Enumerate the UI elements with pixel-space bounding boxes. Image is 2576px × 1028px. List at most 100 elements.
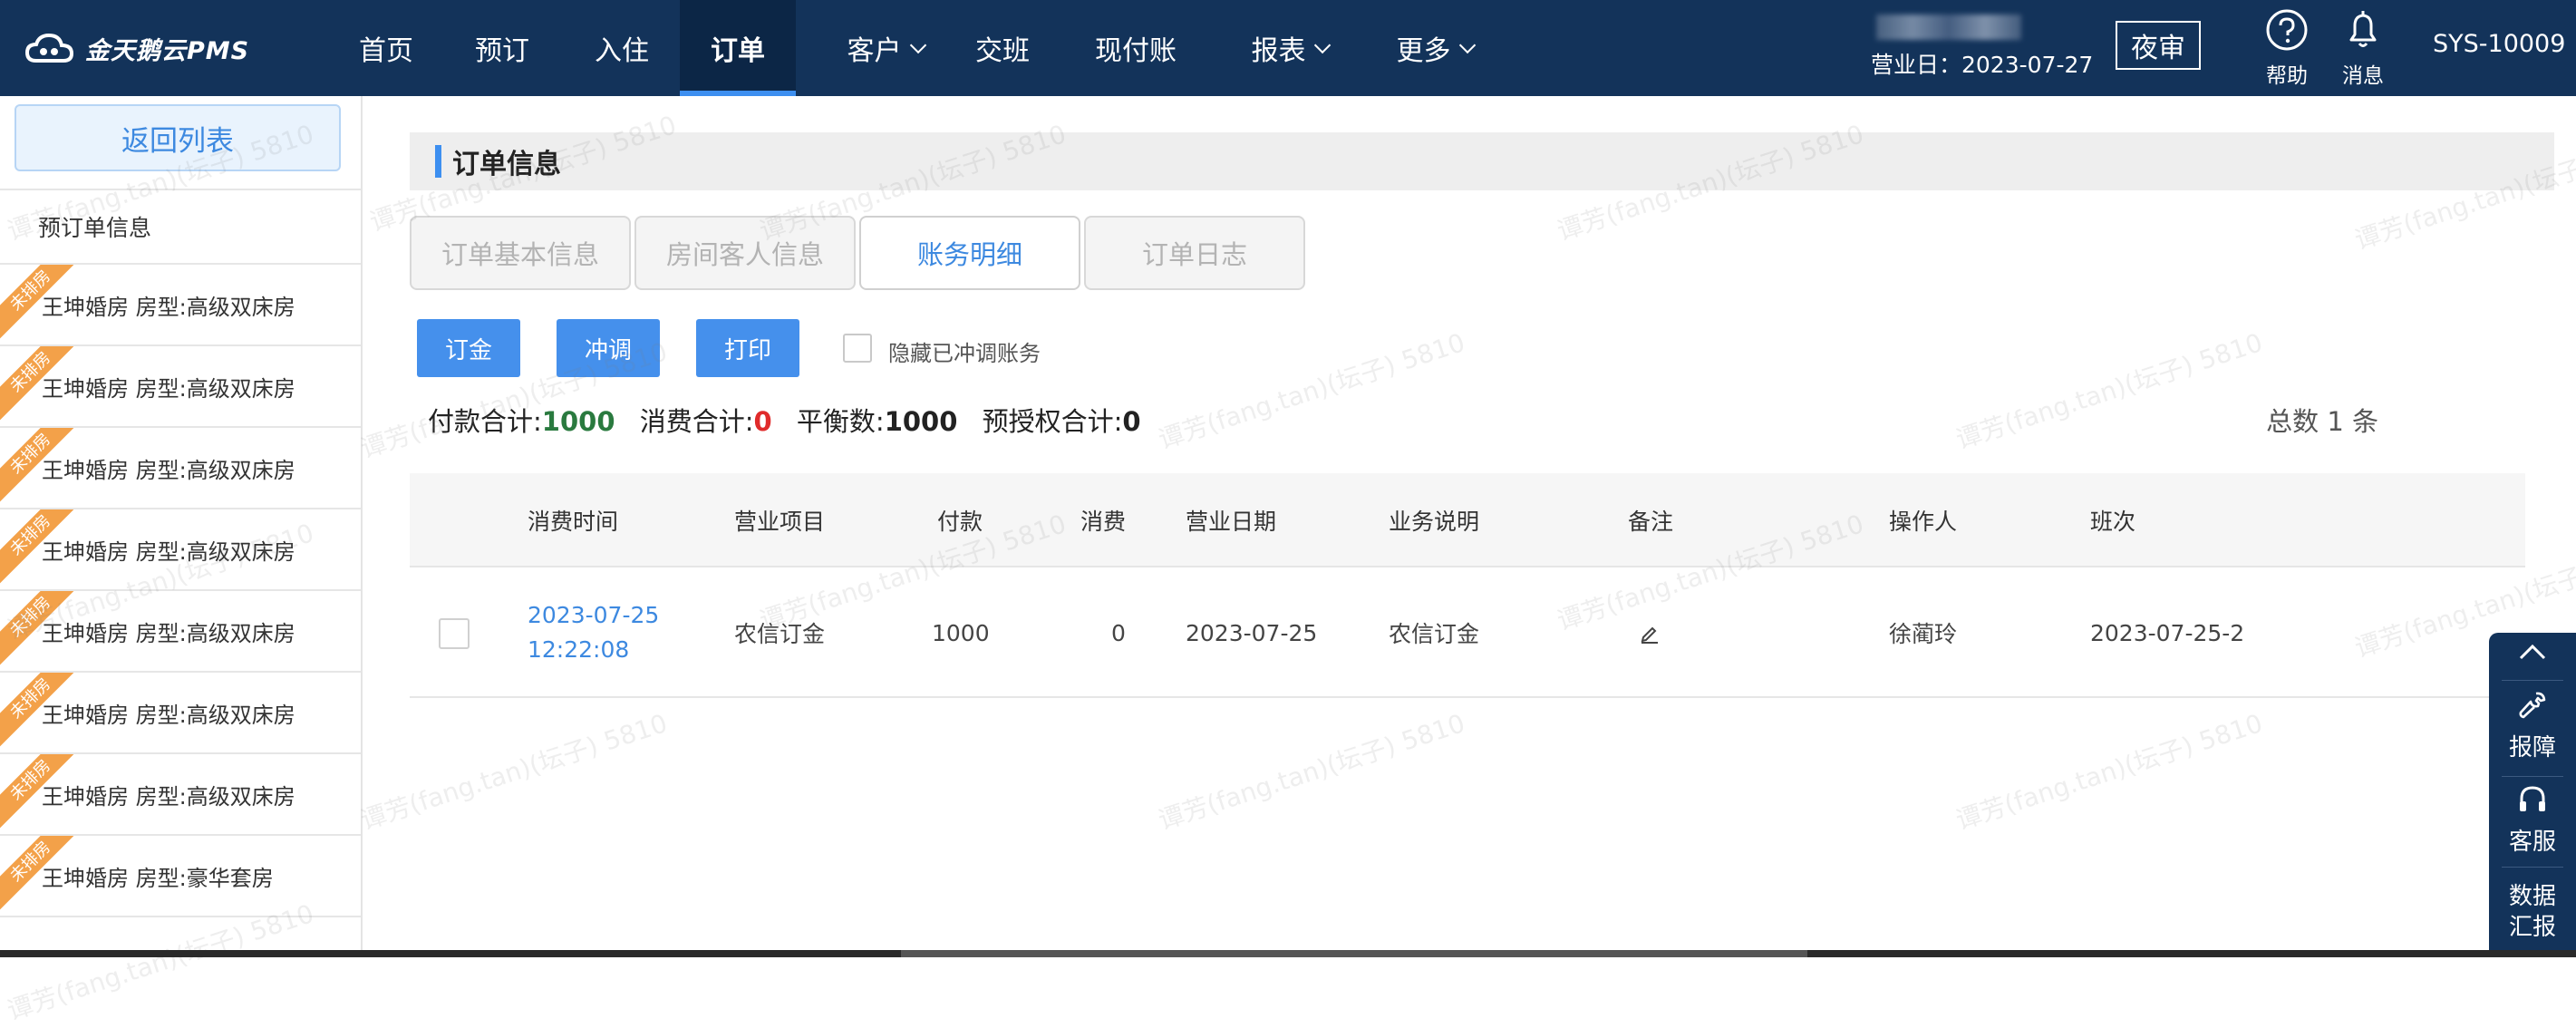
consumption-total-label: 消费合计: — [639, 406, 754, 437]
nav-shift-handover[interactable]: 交班 — [955, 0, 1050, 96]
cell-consumption: 0 — [1111, 619, 1126, 646]
hide-adjusted-label[interactable]: 隐藏已冲调账务 — [888, 335, 1041, 367]
floating-tool-panel: 报障 客服 数据 汇报 — [2489, 633, 2576, 957]
nav-label: 入住 — [595, 35, 649, 67]
order-sidebar: 返回列表 预订单信息 未排房 王坤婚房 房型:高级双床房 未排房 王坤婚房 房型:高级… — [0, 96, 363, 957]
data-report-label-line2: 汇报 — [2508, 914, 2556, 941]
adjust-button[interactable]: 冲调 — [557, 319, 660, 377]
main-content: 订单信息 订单基本信息 房间客人信息 账务明细 订单日志 订金 冲调 打印 隐藏… — [364, 96, 2576, 957]
username: SYS-10009 — [2433, 30, 2566, 58]
edit-remark-button[interactable] — [1639, 567, 1661, 698]
chevron-down-icon — [1313, 36, 1331, 53]
data-report-button[interactable]: 数据 汇报 — [2489, 881, 2576, 943]
customer-service-button[interactable]: 客服 — [2489, 783, 2576, 857]
messages-label: 消息 — [2342, 64, 2384, 88]
back-to-list-button[interactable]: 返回列表 — [15, 104, 341, 171]
room-list-item[interactable]: 未排房 王坤婚房 房型:高级双床房 — [0, 754, 361, 836]
tab-room-guest-info[interactable]: 房间客人信息 — [634, 216, 856, 290]
top-navigation-bar: 金天鹅云PMS 首页 预订 入住 订单 客户 交班 现付账 报表 更多 营业日：… — [0, 0, 2576, 96]
nav-checkin[interactable]: 入住 — [575, 0, 669, 96]
nav-label: 交班 — [975, 35, 1030, 67]
night-audit-button[interactable]: 夜审 — [2116, 21, 2201, 70]
room-list-item[interactable]: 未排房 王坤婚房 房型:高级双床房 — [0, 428, 361, 509]
edit-pencil-icon — [1641, 626, 1658, 644]
payment-total-label: 付款合计: — [428, 406, 542, 437]
hotel-name-redacted — [1876, 15, 2021, 40]
preauth-total-label: 预授权合计: — [982, 406, 1123, 437]
chevron-down-icon — [909, 36, 926, 53]
payment-total-value: 1000 — [541, 406, 615, 437]
cell-description: 农信订金 — [1389, 621, 1480, 647]
balance-value: 1000 — [884, 406, 958, 437]
nav-label: 订单 — [711, 35, 765, 67]
column-header: 消费时间 — [528, 509, 619, 535]
room-list-item[interactable]: 未排房 王坤婚房 房型:高级双床房 — [0, 591, 361, 673]
table-header: 消费时间 营业项目 付款 消费 营业日期 业务说明 备注 操作人 班次 — [410, 473, 2525, 567]
column-header: 付款 — [937, 509, 983, 535]
room-item-label: 王坤婚房 房型:高级双床房 — [42, 702, 295, 728]
cell-item: 农信订金 — [734, 621, 826, 647]
report-issue-button[interactable]: 报障 — [2489, 689, 2576, 762]
user-menu[interactable]: SYS-10009 — [2433, 30, 2576, 58]
nav-orders[interactable]: 订单 — [680, 0, 796, 96]
column-header: 备注 — [1628, 509, 1674, 535]
row-checkbox[interactable] — [439, 618, 470, 649]
reservation-info-header[interactable]: 预订单信息 — [0, 189, 361, 265]
help-label: 帮助 — [2266, 64, 2308, 88]
nav-more[interactable]: 更多 — [1365, 0, 1501, 96]
room-item-label: 王坤婚房 房型:高级双床房 — [42, 620, 295, 646]
scroll-top-button[interactable] — [2489, 642, 2576, 664]
print-button[interactable]: 打印 — [696, 319, 799, 377]
chevron-up-icon — [2519, 644, 2546, 660]
business-date: 营业日：2023-07-27 — [1871, 52, 2094, 78]
nav-booking[interactable]: 预订 — [455, 0, 549, 96]
nav-cash-account[interactable]: 现付账 — [1077, 0, 1195, 96]
cell-business-date: 2023-07-25 — [1186, 619, 1318, 646]
consumption-time-link[interactable]: 2023-07-25 12:22:08 — [528, 567, 659, 698]
page-title: 订单信息 — [452, 149, 561, 180]
column-header: 营业项目 — [734, 509, 826, 535]
wrench-icon — [2519, 692, 2546, 719]
room-item-label: 王坤婚房 房型:豪华套房 — [42, 865, 274, 891]
total-count: 总数 1 条 — [2266, 406, 2378, 437]
tab-order-basic-info[interactable]: 订单基本信息 — [410, 216, 631, 290]
report-issue-label: 报障 — [2508, 734, 2556, 761]
room-item-label: 王坤婚房 房型:高级双床房 — [42, 375, 295, 402]
nav-label: 报表 — [1251, 35, 1306, 67]
account-table: 消费时间 营业项目 付款 消费 营业日期 业务说明 备注 操作人 班次 2023… — [410, 473, 2525, 698]
help-button[interactable]: 帮助 — [2255, 7, 2319, 91]
messages-button[interactable]: 消息 — [2331, 7, 2395, 91]
deposit-button[interactable]: 订金 — [417, 319, 520, 377]
room-list-item[interactable]: 未排房 王坤婚房 房型:豪华套房 — [0, 836, 361, 917]
room-list-item[interactable]: 未排房 王坤婚房 房型:高级双床房 — [0, 265, 361, 346]
customer-service-label: 客服 — [2508, 829, 2556, 856]
hide-adjusted-checkbox[interactable] — [843, 334, 872, 363]
nav-home[interactable]: 首页 — [339, 0, 433, 96]
preauth-total-value: 0 — [1122, 406, 1141, 437]
tab-account-details[interactable]: 账务明细 — [859, 216, 1080, 290]
room-list-item[interactable]: 未排房 王坤婚房 房型:高级双床房 — [0, 509, 361, 591]
cloud-logo-icon — [24, 33, 74, 63]
cell-payment: 1000 — [932, 619, 990, 646]
nav-label: 更多 — [1396, 35, 1451, 67]
table-row: 2023-07-25 12:22:08 农信订金 1000 0 2023-07-… — [410, 567, 2525, 698]
nav-reports[interactable]: 报表 — [1220, 0, 1356, 96]
app-logo[interactable]: 金天鹅云PMS — [24, 25, 249, 71]
column-header: 业务说明 — [1389, 509, 1480, 535]
help-icon — [2266, 9, 2308, 51]
tab-order-log[interactable]: 订单日志 — [1084, 216, 1305, 290]
column-header: 操作人 — [1889, 509, 1958, 535]
consumption-total-value: 0 — [753, 406, 772, 437]
time-date: 2023-07-25 — [528, 602, 660, 628]
app-name: 金天鹅云PMS — [85, 36, 250, 65]
nav-label: 客户 — [847, 35, 902, 67]
bottom-scrollbar-thumb[interactable] — [901, 950, 1807, 957]
room-list-item[interactable]: 未排房 王坤婚房 房型:高级双床房 — [0, 346, 361, 428]
column-header: 消费 — [1080, 509, 1127, 535]
room-list-item[interactable]: 未排房 王坤婚房 房型:高级双床房 — [0, 673, 361, 754]
nav-customers[interactable]: 客户 — [816, 0, 952, 96]
bell-icon — [2349, 11, 2377, 47]
headset-icon — [2520, 786, 2545, 811]
cell-shift: 2023-07-25-2 — [2090, 619, 2245, 646]
data-report-label-line1: 数据 — [2508, 883, 2556, 910]
